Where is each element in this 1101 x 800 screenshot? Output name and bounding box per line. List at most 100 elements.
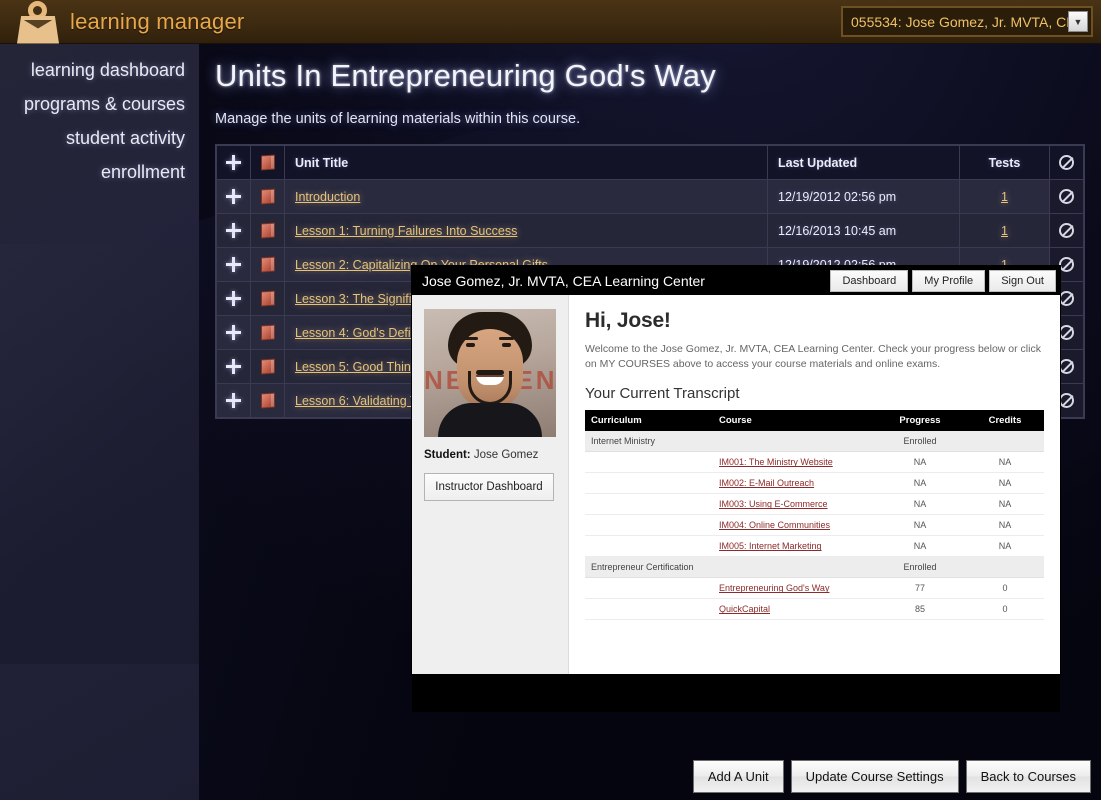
no-entry-icon	[1059, 257, 1074, 273]
course-link[interactable]: QuickCapital	[719, 604, 770, 614]
page-subtitle: Manage the units of learning materials w…	[215, 111, 581, 127]
tests-count-link[interactable]: 1	[1001, 224, 1008, 238]
account-select[interactable]: 055534: Jose Gomez, Jr. MVTA, CEA ▼	[841, 6, 1093, 37]
transcript-header-curriculum: Curriculum	[585, 410, 713, 432]
row-move-handle[interactable]	[216, 179, 251, 214]
sign-out-button[interactable]: Sign Out	[989, 269, 1056, 292]
header-tests: Tests	[959, 145, 1050, 180]
units-header-row: Unit Title Last Updated Tests	[216, 145, 1084, 180]
add-a-unit-button[interactable]: Add A Unit	[692, 760, 784, 793]
course-credits: NA	[966, 514, 1044, 537]
book-icon	[260, 188, 275, 205]
row-move-handle[interactable]	[216, 213, 251, 248]
course-credits: NA	[966, 451, 1044, 474]
units-table-head: Unit Title Last Updated Tests	[216, 145, 1084, 180]
student-photo-avatar: NEWCENTURY	[424, 309, 556, 437]
table-row: Lesson 1: Turning Failures Into Success 1…	[216, 213, 1084, 248]
no-entry-icon	[1059, 189, 1074, 205]
transcript-course-row: IM004: Online Communities NA NA	[585, 514, 1044, 537]
no-entry-icon	[1059, 325, 1074, 341]
welcome-paragraph: Welcome to the Jose Gomez, Jr. MVTA, CEA…	[585, 343, 1041, 371]
unit-title-link[interactable]: Lesson 1: Turning Failures Into Success	[295, 224, 517, 238]
learning-center-modal: Jose Gomez, Jr. MVTA, CEA Learning Cente…	[412, 266, 1060, 674]
row-move-handle[interactable]	[216, 349, 251, 384]
row-tests-cell: 1	[959, 179, 1050, 214]
modal-header: Jose Gomez, Jr. MVTA, CEA Learning Cente…	[412, 266, 1060, 295]
move-arrows-icon	[226, 223, 241, 239]
move-arrows-icon	[226, 393, 241, 409]
no-entry-icon	[1059, 359, 1074, 375]
transcript-curriculum-row: Entrepreneur Certification Enrolled	[585, 556, 1044, 579]
curriculum-status: Enrolled	[874, 556, 966, 579]
course-curriculum-blank	[585, 472, 713, 495]
book-icon	[260, 154, 275, 171]
sidebar-item-enrollment[interactable]: enrollment	[0, 156, 199, 190]
sidebar-item-learning-dashboard[interactable]: learning dashboard	[0, 54, 199, 88]
course-progress: NA	[874, 535, 966, 558]
sidebar-item-student-activity[interactable]: student activity	[0, 122, 199, 156]
row-move-handle[interactable]	[216, 383, 251, 418]
course-progress: NA	[874, 472, 966, 495]
curriculum-status: Enrolled	[874, 431, 966, 453]
row-move-handle[interactable]	[216, 247, 251, 282]
brand-title: learning manager	[70, 8, 245, 34]
table-row: Introduction 12/19/2012 02:56 pm 1	[216, 179, 1084, 214]
curriculum-name: Internet Ministry	[585, 431, 713, 453]
row-move-handle[interactable]	[216, 281, 251, 316]
course-curriculum-blank	[585, 493, 713, 516]
unit-title-link[interactable]: Lesson 5: Good Thing o	[295, 360, 428, 374]
course-link[interactable]: IM003: Using E-Commerce	[719, 499, 828, 509]
move-arrows-icon	[226, 291, 241, 307]
my-profile-button[interactable]: My Profile	[912, 269, 986, 292]
course-name-cell: Entrepreneuring God's Way	[713, 577, 874, 600]
unit-title-link[interactable]: Introduction	[295, 190, 360, 204]
transcript-course-row: QuickCapital 85 0	[585, 598, 1044, 621]
move-arrows-icon	[226, 155, 241, 171]
row-book-icon-cell	[250, 349, 285, 384]
course-link[interactable]: IM004: Online Communities	[719, 520, 830, 530]
course-name-cell: IM001: The Ministry Website	[713, 451, 874, 474]
transcript-header-credits: Credits	[966, 410, 1044, 432]
tests-count-link[interactable]: 1	[1001, 190, 1008, 204]
course-link[interactable]: IM001: The Ministry Website	[719, 457, 833, 467]
row-move-handle[interactable]	[216, 315, 251, 350]
course-link[interactable]: IM005: Internet Marketing	[719, 541, 822, 551]
unit-title-link[interactable]: Lesson 6: Validating Yo	[295, 394, 424, 408]
curriculum-course-blank	[713, 431, 874, 453]
course-progress: 77	[874, 577, 966, 600]
curriculum-course-blank	[713, 556, 874, 579]
course-credits: NA	[966, 535, 1044, 558]
student-name-line: Student: Jose Gomez	[424, 449, 556, 461]
instructor-dashboard-button[interactable]: Instructor Dashboard	[424, 473, 554, 501]
update-course-settings-button[interactable]: Update Course Settings	[790, 760, 959, 793]
chevron-down-icon[interactable]: ▼	[1068, 11, 1088, 32]
transcript-course-row: IM002: E-Mail Outreach NA NA	[585, 472, 1044, 495]
course-credits: NA	[966, 472, 1044, 495]
move-arrows-icon	[226, 325, 241, 341]
modal-header-buttons: Dashboard My Profile Sign Out	[830, 269, 1056, 292]
row-unit-title-cell: Introduction	[284, 179, 768, 214]
transcript-course-row: IM005: Internet Marketing NA NA	[585, 535, 1044, 558]
book-icon	[260, 222, 275, 239]
book-icon	[260, 324, 275, 341]
back-to-courses-button[interactable]: Back to Courses	[965, 760, 1091, 793]
modal-left-panel: NEWCENTURY Student: Jose Gomez Instructo…	[412, 295, 569, 674]
transcript-header-row: Curriculum Course Progress Credits	[585, 410, 1044, 432]
dashboard-button[interactable]: Dashboard	[830, 269, 909, 292]
student-name: Jose Gomez	[473, 449, 539, 461]
course-curriculum-blank	[585, 451, 713, 474]
footer-action-bar: Add A Unit Update Course Settings Back t…	[692, 760, 1091, 793]
transcript-header-course: Course	[713, 410, 874, 432]
sidebar-item-programs-courses[interactable]: programs & courses	[0, 88, 199, 122]
row-book-icon-cell	[250, 383, 285, 418]
transcript-body: Internet Ministry Enrolled IM001: The Mini…	[585, 431, 1044, 621]
curriculum-credits-blank	[966, 556, 1044, 579]
course-link[interactable]: Entrepreneuring God's Way	[719, 583, 829, 593]
unit-title-link[interactable]: Lesson 4: God's Definiti	[295, 326, 427, 340]
course-link[interactable]: IM002: E-Mail Outreach	[719, 478, 814, 488]
row-delete-button[interactable]	[1049, 179, 1084, 214]
modal-right-panel: Hi, Jose! Welcome to the Jose Gomez, Jr.…	[569, 295, 1060, 674]
header-last-updated: Last Updated	[767, 145, 960, 180]
course-curriculum-blank	[585, 598, 713, 621]
row-delete-button[interactable]	[1049, 213, 1084, 248]
